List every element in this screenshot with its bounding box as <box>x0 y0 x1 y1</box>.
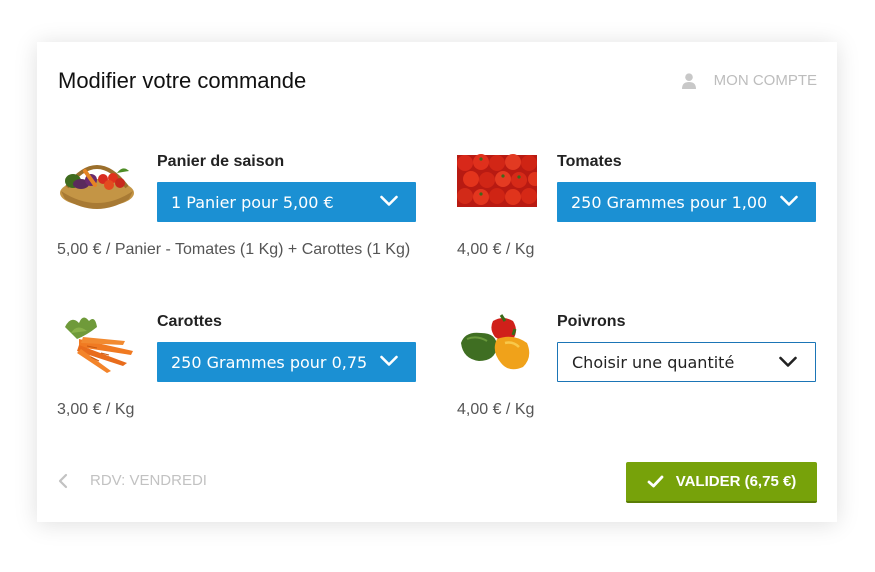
product-tomates: Tomates 250 Grammes pour 1,00 4,00 € / K… <box>457 153 817 293</box>
quantity-select-value: 250 Grammes pour 1,00 <box>571 192 768 212</box>
chevron-down-icon <box>780 195 798 206</box>
quantity-select[interactable]: 1 Panier pour 5,00 € <box>157 182 416 222</box>
account-link[interactable]: MON COMPTE <box>681 72 817 89</box>
product-carottes: Carottes 250 Grammes pour 0,75 3,00 € / … <box>57 313 417 453</box>
quantity-select[interactable]: Choisir une quantité <box>557 342 816 382</box>
tomatoes-image <box>457 154 537 207</box>
chevron-down-icon <box>380 195 398 206</box>
validate-button[interactable]: VALIDER (6,75 €) <box>626 462 817 503</box>
product-price: 4,00 € / Kg <box>457 401 535 418</box>
back-label: RDV: VENDREDI <box>90 472 207 489</box>
peppers-image <box>461 314 530 370</box>
validate-label: VALIDER (6,75 €) <box>675 473 797 490</box>
chevron-left-icon <box>58 473 68 488</box>
order-card: Modifier votre commande MON COMPTE Panie… <box>37 42 837 522</box>
chevron-down-icon <box>779 356 797 367</box>
basket-image <box>60 165 134 209</box>
quantity-select[interactable]: 250 Grammes pour 0,75 <box>157 342 416 382</box>
product-name: Poivrons <box>557 313 626 330</box>
product-price: 3,00 € / Kg <box>57 401 135 418</box>
product-name: Tomates <box>557 153 622 170</box>
chevron-down-icon <box>380 355 398 366</box>
quantity-select-value: 1 Panier pour 5,00 € <box>171 192 334 212</box>
product-name: Carottes <box>157 313 222 330</box>
quantity-select-value: Choisir une quantité <box>572 352 735 372</box>
quantity-select-value: 250 Grammes pour 0,75 <box>171 352 368 372</box>
product-name: Panier de saison <box>157 153 285 170</box>
back-link[interactable]: RDV: VENDREDI <box>58 472 207 489</box>
quantity-select[interactable]: 250 Grammes pour 1,00 <box>557 182 816 222</box>
product-price: 5,00 € / Panier - Tomates (1 Kg) + Carot… <box>57 241 411 258</box>
check-icon <box>647 475 664 488</box>
product-poivrons: Poivrons Choisir une quantité 4,00 € / K… <box>457 313 817 453</box>
carrots-image <box>65 317 133 373</box>
user-icon <box>681 72 696 89</box>
account-label: MON COMPTE <box>713 72 817 89</box>
page-title: Modifier votre commande <box>58 68 307 93</box>
product-price: 4,00 € / Kg <box>457 241 535 258</box>
product-panier: Panier de saison 1 Panier pour 5,00 € 5,… <box>57 153 417 293</box>
